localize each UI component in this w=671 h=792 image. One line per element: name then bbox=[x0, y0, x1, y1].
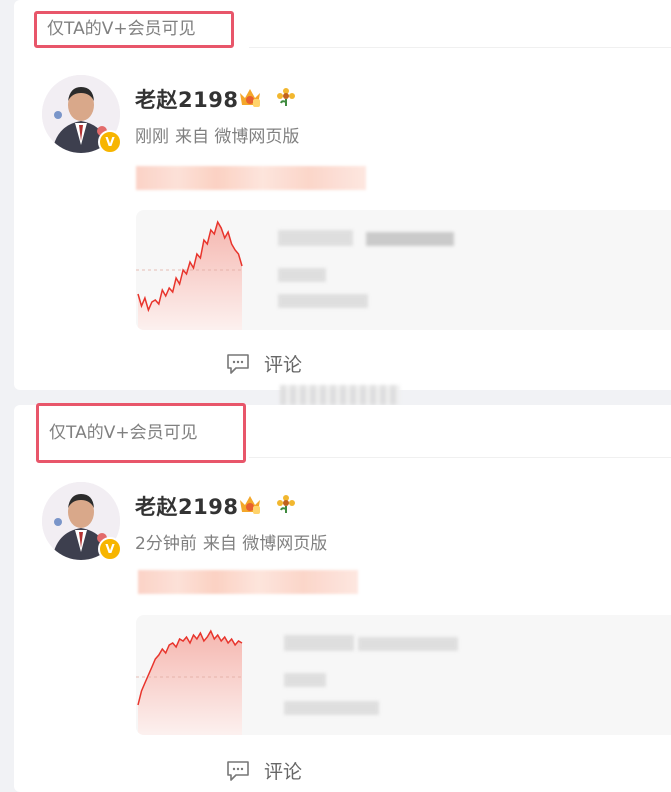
blurred-desc bbox=[284, 673, 326, 687]
blurred-desc bbox=[284, 701, 379, 715]
blurred-title bbox=[366, 232, 454, 246]
comment-icon bbox=[227, 353, 249, 374]
verified-v-icon: V bbox=[98, 537, 122, 561]
post-card: 仅TA的V+会员可见 V 老赵2198 刚刚 来自 微博网页版 评论 bbox=[14, 0, 671, 390]
username[interactable]: 老赵2198 bbox=[135, 84, 238, 114]
stock-chart-thumbnail bbox=[136, 629, 244, 735]
post-time[interactable]: 刚刚 bbox=[135, 127, 169, 147]
post-meta: 2分钟前 来自 微博网页版 bbox=[135, 529, 333, 554]
divider bbox=[249, 457, 671, 458]
comment-label: 评论 bbox=[264, 354, 303, 376]
crown-icon bbox=[240, 89, 260, 107]
visibility-label: 仅TA的V+会员可见 bbox=[34, 11, 234, 48]
link-card[interactable] bbox=[136, 210, 671, 330]
chart-area bbox=[138, 631, 242, 735]
chart-area bbox=[138, 222, 242, 330]
post-card: 仅TA的V+会员可见 V 老赵2198 2分钟前 来自 微博网页版 评论 bbox=[14, 403, 671, 792]
comment-button[interactable]: 评论 bbox=[226, 757, 302, 784]
post-time[interactable]: 2分钟前 bbox=[135, 534, 197, 554]
blurred-desc bbox=[278, 294, 368, 308]
visibility-label: 仅TA的V+会员可见 bbox=[36, 403, 246, 463]
blurred-post-text bbox=[136, 166, 366, 190]
divider bbox=[249, 47, 671, 48]
blurred-watermark bbox=[280, 385, 400, 405]
link-card[interactable] bbox=[136, 615, 671, 735]
stock-chart-thumbnail bbox=[136, 220, 244, 330]
flower-icon bbox=[277, 88, 295, 106]
comment-button[interactable]: 评论 bbox=[226, 350, 302, 377]
blurred-post-text bbox=[138, 570, 358, 594]
blurred-desc bbox=[278, 268, 326, 282]
blurred-title bbox=[358, 637, 458, 651]
username[interactable]: 老赵2198 bbox=[135, 491, 238, 521]
crown-icon bbox=[240, 496, 260, 514]
flower-icon bbox=[277, 495, 295, 513]
post-source: 来自 微博网页版 bbox=[202, 534, 328, 554]
verified-v-icon: V bbox=[98, 130, 122, 154]
comment-label: 评论 bbox=[264, 761, 303, 783]
post-source: 来自 微博网页版 bbox=[175, 127, 300, 147]
blurred-title bbox=[284, 635, 354, 651]
blurred-title bbox=[278, 230, 353, 246]
post-meta: 刚刚 来自 微博网页版 bbox=[135, 122, 305, 147]
comment-icon bbox=[227, 760, 249, 781]
